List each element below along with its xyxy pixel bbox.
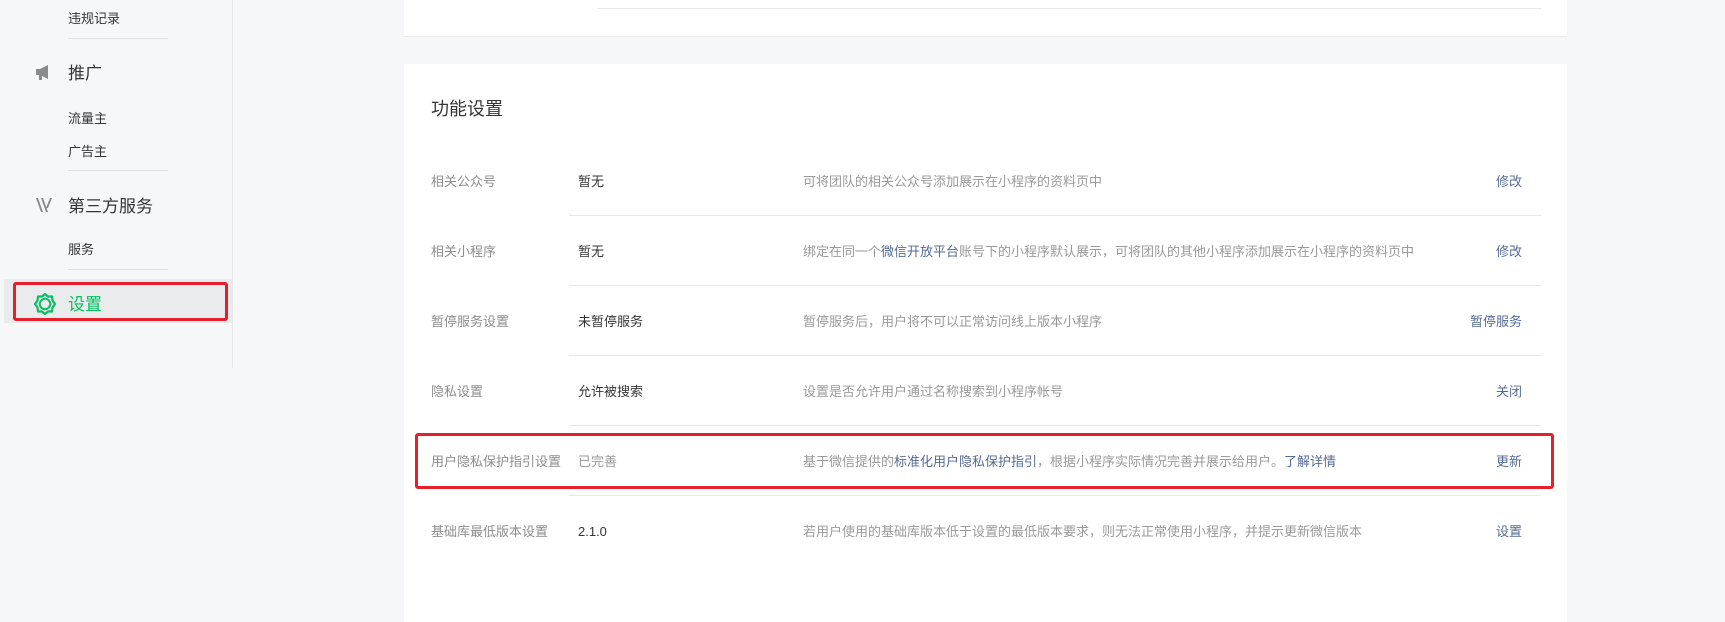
row-value: 允许被搜索 [578,384,644,399]
sidebar-group-third-party[interactable]: 第三方服务 [34,192,153,217]
modify-related-miniprogram-link[interactable]: 修改 [1496,244,1522,260]
highlight-box-privacy-guide-row [415,433,1554,489]
sidebar: 违规记录 推广 流量主 广告主 第三方服务 服务 设置 [0,0,232,368]
row-description: 若用户使用的基础库版本低于设置的最低版本要求，则无法正常使用小程序，并提示更新微… [803,524,1363,539]
sidebar-divider [232,0,233,368]
row-label: 相关小程序 [431,244,497,259]
row-label: 相关公众号 [431,174,497,189]
settings-row-related-official-account: 相关公众号 暂无 可将团队的相关公众号添加展示在小程序的资料页中 修改 [404,146,1567,216]
sidebar-item-traffic-owner[interactable]: 流量主 [68,108,107,127]
megaphone-icon [34,62,54,82]
settings-row-related-miniprogram: 相关小程序 暂无 绑定在同一个微信开放平台账号下的小程序默认展示，可将团队的其他… [404,216,1567,286]
settings-row-pause-service: 暂停服务设置 未暂停服务 暂停服务后，用户将不可以正常访问线上版本小程序 暂停服… [404,286,1567,356]
set-min-version-link[interactable]: 设置 [1496,524,1522,540]
third-party-service-icon [34,195,54,215]
previous-section-panel [404,0,1567,37]
row-divider [597,8,1541,9]
row-description: 可将团队的相关公众号添加展示在小程序的资料页中 [803,174,1103,189]
highlight-box-settings [13,282,228,321]
pause-service-link[interactable]: 暂停服务 [1470,314,1522,330]
sidebar-item-service[interactable]: 服务 [68,239,94,258]
function-settings-panel: 功能设置 相关公众号 暂无 可将团队的相关公众号添加展示在小程序的资料页中 修改… [404,64,1567,622]
sidebar-separator [68,269,168,270]
row-value: 2.1.0 [578,524,607,539]
sidebar-group-promotion-title: 推广 [68,64,102,83]
row-description: 设置是否允许用户通过名称搜索到小程序帐号 [803,384,1064,399]
wechat-open-platform-link[interactable]: 微信开放平台 [881,244,959,259]
desc-text: 账号下的小程序默认展示，可将团队的其他小程序添加展示在小程序的资料页中 [959,244,1415,259]
row-value: 未暂停服务 [578,314,644,329]
sidebar-group-promotion[interactable]: 推广 [34,59,102,84]
settings-row-privacy: 隐私设置 允许被搜索 设置是否允许用户通过名称搜索到小程序帐号 关闭 [404,356,1567,426]
row-description: 暂停服务后，用户将不可以正常访问线上版本小程序 [803,314,1103,329]
settings-row-min-base-library: 基础库最低版本设置 2.1.0 若用户使用的基础库版本低于设置的最低版本要求，则… [404,496,1567,566]
sidebar-item-advertiser[interactable]: 广告主 [68,141,107,160]
modify-related-account-link[interactable]: 修改 [1496,174,1522,190]
sidebar-group-third-party-title: 第三方服务 [68,197,153,216]
row-value: 暂无 [578,244,605,259]
sidebar-separator [68,170,168,171]
section-title: 功能设置 [431,99,503,119]
row-description: 绑定在同一个微信开放平台账号下的小程序默认展示，可将团队的其他小程序添加展示在小… [803,244,1414,260]
close-privacy-search-link[interactable]: 关闭 [1496,384,1522,400]
row-label: 隐私设置 [431,384,484,399]
row-label: 暂停服务设置 [431,314,510,329]
sidebar-separator [68,38,168,39]
row-value: 暂无 [578,174,605,189]
desc-text: 绑定在同一个 [803,244,882,259]
sidebar-item-violation-records[interactable]: 违规记录 [68,8,120,27]
row-label: 基础库最低版本设置 [431,524,549,539]
